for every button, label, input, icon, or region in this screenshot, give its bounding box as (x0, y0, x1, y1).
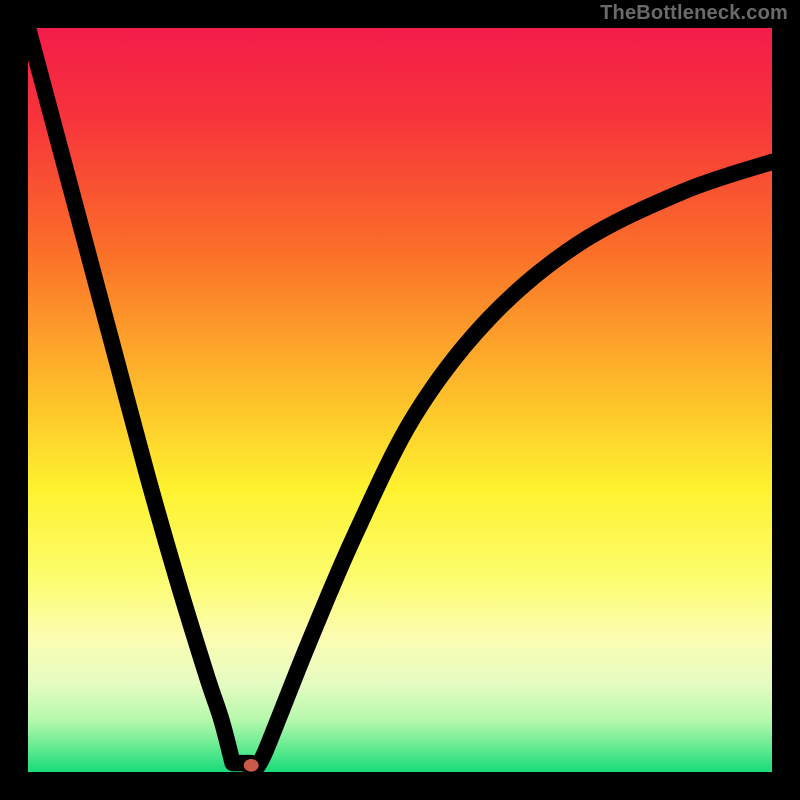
chart-svg (28, 28, 772, 772)
optimal-point-marker (244, 759, 259, 772)
watermark-text: TheBottleneck.com (600, 2, 788, 25)
chart-frame: TheBottleneck.com (0, 0, 800, 800)
gradient-background (28, 28, 772, 772)
plot-area (28, 28, 772, 772)
